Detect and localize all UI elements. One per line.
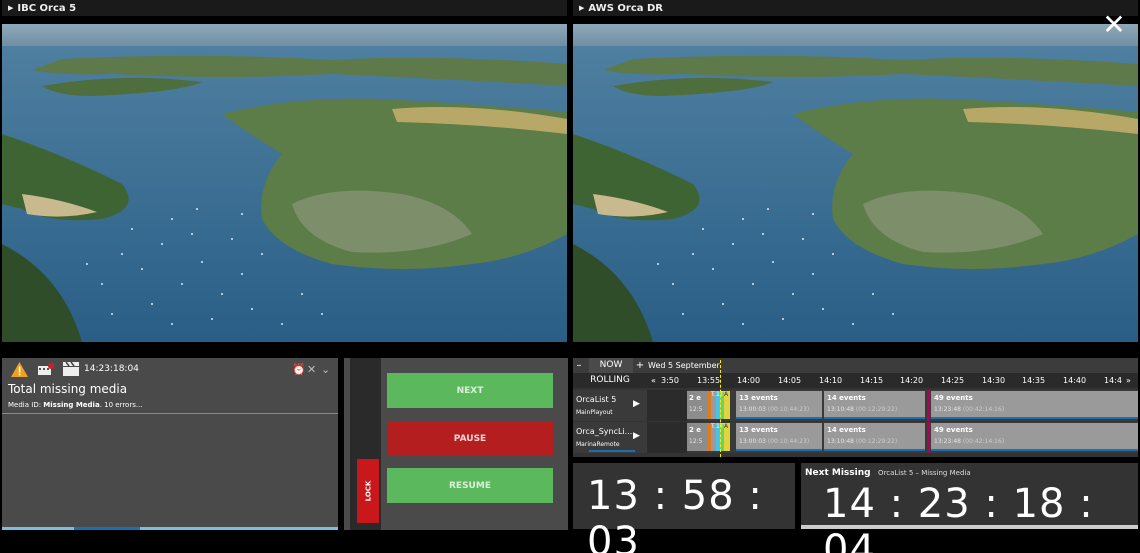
clapperboard-icon xyxy=(63,362,79,376)
next-missing-source: OrcaList 5 – Missing Media xyxy=(878,469,971,477)
resume-button[interactable]: RESUME xyxy=(387,468,553,503)
next-missing-clock: Next Missing OrcaList 5 – Missing Media … xyxy=(801,463,1138,553)
time-tick: 14:4 xyxy=(1104,376,1122,385)
alarm-clock-icon[interactable]: ⏰ xyxy=(292,363,306,376)
event-progress xyxy=(931,449,1138,451)
playhead-marker xyxy=(720,360,721,457)
divider xyxy=(2,413,338,414)
time-tick: 13:55 xyxy=(697,376,721,385)
event-progress xyxy=(736,449,822,451)
scroll-right-icon[interactable]: » xyxy=(1126,376,1131,385)
time-tick: 14:35 xyxy=(1022,376,1046,385)
expand-triangle-icon[interactable]: ▶ xyxy=(579,4,584,12)
harbor-video-frame xyxy=(573,24,1138,342)
time-tick: 14:30 xyxy=(982,376,1006,385)
event-block[interactable]: 13 events 13:00:03 (00:10:44:23) xyxy=(736,423,822,451)
next-missing-label: Next Missing xyxy=(805,468,871,478)
warning-icon xyxy=(11,362,28,377)
lock-button[interactable]: LOCK xyxy=(357,459,379,523)
missing-media-marker xyxy=(927,390,930,421)
event-block-mini[interactable]: 2 e 12:5 xyxy=(687,423,707,451)
rolling-mode-button[interactable]: ROLLING xyxy=(573,373,647,388)
current-time: 13 : 58 : 03 xyxy=(587,473,763,553)
time-tick: 14:05 xyxy=(778,376,802,385)
event-block-mini[interactable]: A xyxy=(724,423,730,451)
alert-progress-bar xyxy=(2,527,338,530)
current-time-clock: 13 : 58 : 03 xyxy=(573,463,795,553)
play-icon[interactable]: ▶ xyxy=(633,399,640,409)
time-tick: 14:10 xyxy=(819,376,843,385)
alert-header: 14:23:18:04 ⏰ ✕ ⌄ xyxy=(2,358,338,382)
pause-button[interactable]: PAUSE xyxy=(387,421,553,456)
missing-media-alert: 14:23:18:04 ⏰ ✕ ⌄ Total missing media Me… xyxy=(2,358,338,530)
chevron-down-icon[interactable]: ⌄ xyxy=(321,363,330,376)
scroll-left-icon[interactable]: « xyxy=(651,376,656,385)
next-missing-time: 14 : 23 : 18 : 04 xyxy=(823,481,1094,553)
video-feed-left xyxy=(2,24,567,342)
dismiss-icon[interactable]: ✕ xyxy=(307,363,316,376)
now-button[interactable]: NOW xyxy=(589,358,633,373)
event-block[interactable]: 49 events 13:23:48 (00:42:14:16) xyxy=(931,423,1138,451)
alert-time: 14:23:18:04 xyxy=(84,364,139,374)
time-tick: 14:40 xyxy=(1063,376,1087,385)
media-missing-icon xyxy=(38,363,54,375)
event-block[interactable]: 49 events 13:23:48 (00:42:14:16) xyxy=(931,391,1138,419)
time-tick: 3:50 xyxy=(661,376,679,385)
zoom-in-button[interactable]: + xyxy=(634,358,646,373)
time-tick: 14:00 xyxy=(737,376,761,385)
event-progress xyxy=(824,449,925,451)
playlist-name: Orca_SyncLi... xyxy=(576,427,633,436)
expand-triangle-icon[interactable]: ▶ xyxy=(8,4,13,12)
playlist-row[interactable]: Orca_SyncLi... MarinaRemote ▶ 2 e 12:5 T… xyxy=(573,422,1138,453)
time-tick: 14:15 xyxy=(860,376,884,385)
playlist-row[interactable]: OrcaList 5 MainPlayout ▶ 2 e 12:5 T. 1. … xyxy=(573,390,1138,421)
event-progress xyxy=(736,417,822,419)
timeline-gap xyxy=(647,422,687,453)
video-feed-right xyxy=(573,24,1138,342)
event-block[interactable]: 14 events 13:10:48 (00:12:29:22) xyxy=(824,391,925,419)
time-tick: 14:25 xyxy=(941,376,965,385)
right-panel-title[interactable]: ▶ AWS Orca DR xyxy=(573,0,1138,16)
alert-detail: Media ID: Missing Media. 10 errors... xyxy=(8,401,143,409)
event-progress xyxy=(931,417,1138,419)
left-panel-title[interactable]: ▶ IBC Orca 5 xyxy=(2,0,567,16)
playlist-name: OrcaList 5 xyxy=(576,395,617,404)
timeline-date: Wed 5 September xyxy=(648,361,720,370)
event-progress xyxy=(824,417,925,419)
event-block-mini[interactable]: A xyxy=(724,391,730,419)
harbor-video-frame xyxy=(2,24,567,342)
timeline-toolbar: – NOW + Wed 5 September xyxy=(573,358,1138,373)
progress-segment xyxy=(74,527,140,530)
missing-media-marker xyxy=(927,422,930,453)
channel-underline xyxy=(589,450,635,452)
countdown-bar xyxy=(801,525,1138,529)
play-icon[interactable]: ▶ xyxy=(633,431,640,441)
close-icon[interactable]: ✕ xyxy=(1101,11,1127,39)
event-block[interactable]: 13 events 13:00:03 (00:10:44:23) xyxy=(736,391,822,419)
timeline-panel: – NOW + Wed 5 September ROLLING « 3:50 1… xyxy=(573,358,1138,457)
playlist-channel: MainPlayout xyxy=(576,409,613,416)
next-button[interactable]: NEXT xyxy=(387,373,553,408)
playout-controls: LOCK NEXT PAUSE RESUME xyxy=(344,358,568,530)
alert-title: Total missing media xyxy=(8,382,128,396)
time-tick: 14:20 xyxy=(900,376,924,385)
zoom-out-button[interactable]: – xyxy=(573,358,585,373)
event-block[interactable]: 14 events 13:10:48 (00:12:29:22) xyxy=(824,423,925,451)
playlist-channel: MarinaRemote xyxy=(576,441,620,448)
event-block-mini[interactable]: 2 e 12:5 xyxy=(687,391,707,419)
lock-strip: LOCK xyxy=(350,358,381,530)
timeline-gap xyxy=(647,390,687,421)
